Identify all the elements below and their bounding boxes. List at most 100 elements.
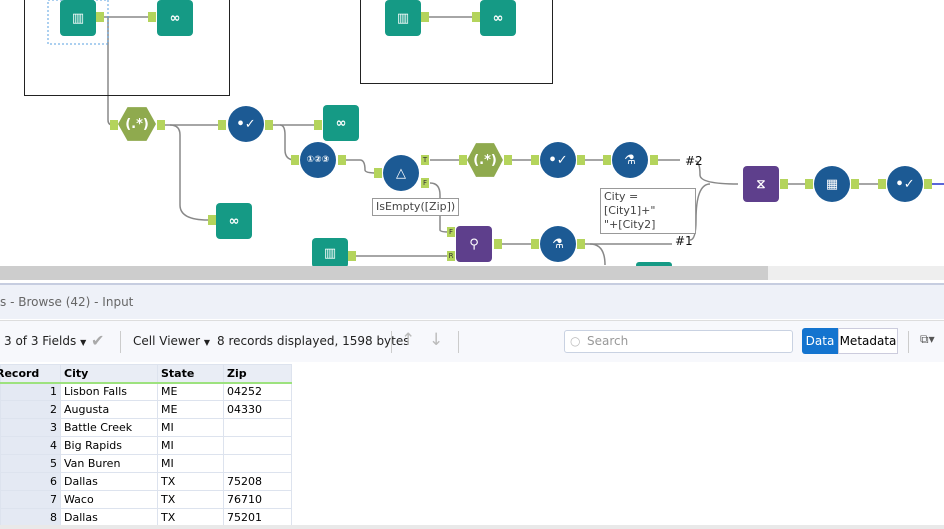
- cell-record[interactable]: 4: [0, 436, 61, 455]
- cell-zip[interactable]: 75208: [223, 472, 292, 491]
- false-anchor[interactable]: F: [421, 178, 429, 188]
- browse-tool[interactable]: ∞: [216, 203, 252, 239]
- input-anchor[interactable]: [459, 155, 467, 165]
- table-row[interactable]: 2 Augusta ME 04330: [0, 400, 292, 419]
- cell-record[interactable]: 5: [0, 454, 61, 473]
- workflow-canvas[interactable]: ▥ ∞ ▥ ∞ (.*) •✓ ∞ ①②③ △ T F IsEmpty([Zip…: [0, 0, 944, 266]
- cell-city[interactable]: Big Rapids: [60, 436, 158, 455]
- data-cleansing-tool[interactable]: •✓: [228, 106, 264, 142]
- input-anchor[interactable]: [148, 12, 156, 22]
- input-data-tool[interactable]: ▥: [312, 238, 348, 266]
- output-anchor[interactable]: [265, 120, 273, 130]
- cell-zip[interactable]: 75201: [223, 508, 292, 527]
- scrollbar-thumb[interactable]: [0, 266, 768, 280]
- table-row[interactable]: 5 Van Buren MI: [0, 454, 292, 473]
- output-anchor[interactable]: [96, 12, 104, 22]
- cell-city[interactable]: Dallas: [60, 508, 158, 527]
- output-anchor[interactable]: [157, 120, 165, 130]
- union-tool[interactable]: ⧖: [743, 166, 779, 202]
- table-row[interactable]: 1 Lisbon Falls ME 04252: [0, 382, 292, 401]
- input-anchor[interactable]: [878, 179, 886, 189]
- input-data-tool[interactable]: ▥: [60, 0, 96, 36]
- true-anchor[interactable]: T: [421, 155, 429, 165]
- cell-zip[interactable]: [223, 436, 292, 455]
- input-anchor[interactable]: [314, 120, 322, 130]
- horizontal-scrollbar[interactable]: [0, 266, 944, 280]
- checkmark-icon[interactable]: ✔: [91, 331, 104, 350]
- browse-tool[interactable]: ∞: [157, 0, 193, 36]
- cell-state[interactable]: TX: [157, 472, 224, 491]
- cell-record[interactable]: 2: [0, 400, 61, 419]
- cell-zip[interactable]: 04252: [223, 382, 292, 401]
- cell-state[interactable]: MI: [157, 454, 224, 473]
- cell-city[interactable]: Waco: [60, 490, 158, 509]
- select-tool[interactable]: ▦: [814, 166, 850, 202]
- data-cleansing-tool[interactable]: •✓: [887, 166, 923, 202]
- input-anchor[interactable]: [291, 155, 299, 165]
- cell-city[interactable]: Dallas: [60, 472, 158, 491]
- formula-tool[interactable]: ⚗: [612, 142, 648, 178]
- output-anchor[interactable]: [650, 155, 658, 165]
- cell-state[interactable]: TX: [157, 508, 224, 527]
- cell-state[interactable]: MI: [157, 436, 224, 455]
- table-row[interactable]: 4 Big Rapids MI: [0, 436, 292, 455]
- input-anchor[interactable]: [208, 215, 216, 225]
- cell-city[interactable]: Battle Creek: [60, 418, 158, 437]
- cell-record[interactable]: 6: [0, 472, 61, 491]
- cell-city[interactable]: Van Buren: [60, 454, 158, 473]
- arrow-up-icon[interactable]: ↑: [401, 330, 415, 350]
- browse-tool[interactable]: ∞: [480, 0, 516, 36]
- cell-record[interactable]: 3: [0, 418, 61, 437]
- output-anchor[interactable]: [780, 179, 788, 189]
- cell-zip[interactable]: [223, 418, 292, 437]
- output-anchor[interactable]: [924, 179, 932, 189]
- fields-dropdown[interactable]: 3 of 3 Fields ▼: [4, 334, 86, 348]
- table-row[interactable]: 8 Dallas TX 75201: [0, 508, 292, 527]
- cell-city[interactable]: Augusta: [60, 400, 158, 419]
- output-anchor[interactable]: [504, 155, 512, 165]
- cell-record[interactable]: 8: [0, 508, 61, 527]
- find-anchor[interactable]: F: [447, 227, 455, 237]
- output-anchor[interactable]: [338, 155, 346, 165]
- arrow-down-icon[interactable]: ↓: [429, 330, 443, 350]
- input-anchor[interactable]: [531, 155, 539, 165]
- output-anchor[interactable]: [577, 155, 585, 165]
- container-box-1[interactable]: [24, 0, 230, 96]
- input-anchor[interactable]: [374, 168, 382, 178]
- filter-tool[interactable]: △: [383, 155, 419, 191]
- cell-zip[interactable]: [223, 454, 292, 473]
- data-tab-button[interactable]: Data: [802, 328, 838, 354]
- cell-zip[interactable]: 04330: [223, 400, 292, 419]
- output-anchor[interactable]: [494, 239, 502, 249]
- cell-state[interactable]: ME: [157, 382, 224, 401]
- metadata-tab-button[interactable]: Metadata: [838, 328, 898, 354]
- input-anchor[interactable]: [110, 120, 118, 130]
- cell-zip[interactable]: 76710: [223, 490, 292, 509]
- input-data-tool[interactable]: ▥: [385, 0, 421, 36]
- column-header-record[interactable]: Record: [0, 364, 61, 384]
- cell-city[interactable]: Lisbon Falls: [60, 382, 158, 401]
- data-cleansing-tool[interactable]: •✓: [540, 142, 576, 178]
- column-header-zip[interactable]: Zip: [223, 364, 292, 384]
- cell-record[interactable]: 7: [0, 490, 61, 509]
- replace-anchor[interactable]: R: [447, 251, 455, 261]
- record-id-tool[interactable]: ①②③: [300, 142, 336, 178]
- cell-state[interactable]: TX: [157, 490, 224, 509]
- output-anchor[interactable]: [348, 251, 356, 261]
- input-anchor[interactable]: [805, 179, 813, 189]
- table-row[interactable]: 6 Dallas TX 75208: [0, 472, 292, 491]
- cell-viewer-dropdown[interactable]: Cell Viewer ▼: [133, 334, 210, 348]
- cell-record[interactable]: 1: [0, 382, 61, 401]
- output-anchor[interactable]: [851, 179, 859, 189]
- cell-state[interactable]: ME: [157, 400, 224, 419]
- input-anchor[interactable]: [603, 155, 611, 165]
- table-row[interactable]: 3 Battle Creek MI: [0, 418, 292, 437]
- input-anchor[interactable]: [218, 120, 226, 130]
- copy-icon[interactable]: ⧉▾: [920, 332, 935, 347]
- table-row[interactable]: 7 Waco TX 76710: [0, 490, 292, 509]
- column-header-city[interactable]: City: [60, 364, 158, 384]
- cell-state[interactable]: MI: [157, 418, 224, 437]
- output-anchor[interactable]: [421, 12, 429, 22]
- input-anchor[interactable]: [531, 239, 539, 249]
- find-replace-tool[interactable]: ⚲: [456, 226, 492, 262]
